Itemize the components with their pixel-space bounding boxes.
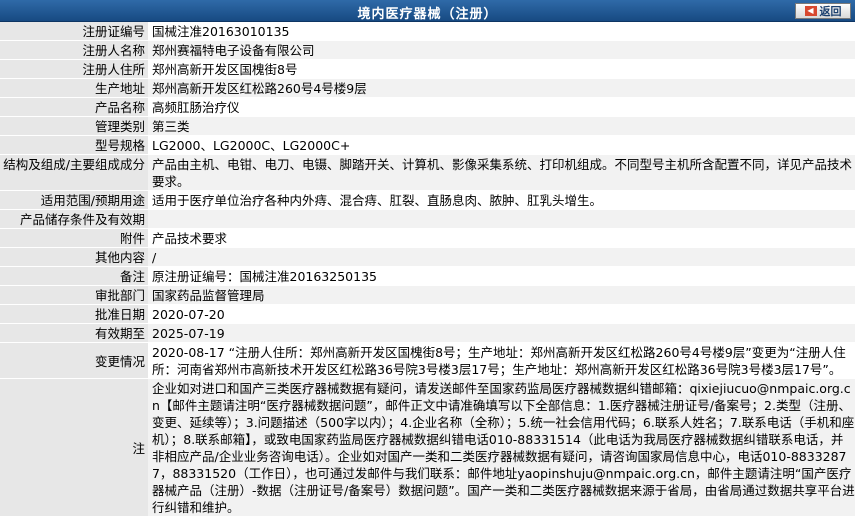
field-value: LG2000、LG2000C、LG2000C+	[148, 135, 855, 155]
table-row: 型号规格 LG2000、LG2000C、LG2000C+	[0, 135, 855, 155]
table-row: 批准日期 2020-07-20	[0, 304, 855, 324]
field-label: 附件	[0, 228, 148, 248]
table-row: 变更情况 2020-08-17 “注册人住所：郑州高新开发区国槐街8号；生产地址…	[0, 342, 855, 379]
back-button[interactable]: ◀ 返回	[795, 3, 851, 19]
table-row: 审批部门 国家药品监督管理局	[0, 285, 855, 305]
field-value: 产品由主机、电钳、电刀、电镊、脚踏开关、计算机、影像采集系统、打印机组成。不同型…	[148, 154, 855, 191]
field-label: 注册人名称	[0, 40, 148, 60]
table-row: 注 企业如对进口和国产三类医疗器械数据有疑问，请发送邮件至国家药监局医疗器械数据…	[0, 378, 855, 517]
field-label: 产品名称	[0, 97, 148, 117]
field-value: 郑州赛福特电子设备有限公司	[148, 40, 855, 60]
table-row: 产品储存条件及有效期	[0, 209, 855, 229]
field-label: 审批部门	[0, 285, 148, 305]
table-row: 产品名称 高频肛肠治疗仪	[0, 97, 855, 117]
field-value: 2020-08-17 “注册人住所：郑州高新开发区国槐街8号；生产地址：郑州高新…	[148, 342, 855, 379]
field-value: 2020-07-20	[148, 304, 855, 324]
field-value: 企业如对进口和国产三类医疗器械数据有疑问，请发送邮件至国家药监局医疗器械数据纠错…	[148, 378, 855, 517]
table-row: 生产地址 郑州高新开发区红松路260号4号楼9层	[0, 78, 855, 98]
detail-table: 注册证编号 国械注准20163010135 注册人名称 郑州赛福特电子设备有限公…	[0, 22, 855, 517]
table-row: 其他内容 /	[0, 247, 855, 267]
table-row: 附件 产品技术要求	[0, 228, 855, 248]
field-label: 备注	[0, 266, 148, 286]
table-row: 结构及组成/主要组成成分 产品由主机、电钳、电刀、电镊、脚踏开关、计算机、影像采…	[0, 154, 855, 191]
field-value: 国械注准20163010135	[148, 22, 855, 41]
table-row: 注册人名称 郑州赛福特电子设备有限公司	[0, 40, 855, 60]
field-value: /	[148, 247, 855, 267]
field-label: 适用范围/预期用途	[0, 190, 148, 210]
field-label: 有效期至	[0, 323, 148, 343]
field-value: 高频肛肠治疗仪	[148, 97, 855, 117]
page-title: 境内医疗器械（注册）	[357, 7, 498, 22]
field-label: 管理类别	[0, 116, 148, 136]
field-value: 国家药品监督管理局	[148, 285, 855, 305]
field-label: 型号规格	[0, 135, 148, 155]
table-row: 备注 原注册证编号：国械注准20163250135	[0, 266, 855, 286]
arrow-left-icon: ◀	[804, 6, 817, 16]
field-label: 变更情况	[0, 342, 148, 379]
field-label: 注册证编号	[0, 22, 148, 41]
page-header: 境内医疗器械（注册） ◀ 返回	[0, 0, 855, 22]
field-value: 产品技术要求	[148, 228, 855, 248]
field-label: 产品储存条件及有效期	[0, 209, 148, 229]
field-label: 其他内容	[0, 247, 148, 267]
table-row: 有效期至 2025-07-19	[0, 323, 855, 343]
table-row: 注册证编号 国械注准20163010135	[0, 22, 855, 41]
field-label: 批准日期	[0, 304, 148, 324]
table-row: 适用范围/预期用途 适用于医疗单位治疗各种内外痔、混合痔、肛裂、直肠息肉、脓肿、…	[0, 190, 855, 210]
table-row: 注册人住所 郑州高新开发区国槐街8号	[0, 59, 855, 79]
field-value: 第三类	[148, 116, 855, 136]
field-value: 适用于医疗单位治疗各种内外痔、混合痔、肛裂、直肠息肉、脓肿、肛乳头增生。	[148, 190, 855, 210]
field-label: 注	[0, 378, 148, 517]
table-row: 管理类别 第三类	[0, 116, 855, 136]
field-label: 生产地址	[0, 78, 148, 98]
field-value: 郑州高新开发区国槐街8号	[148, 59, 855, 79]
field-value	[148, 209, 855, 229]
field-label: 结构及组成/主要组成成分	[0, 154, 148, 191]
back-button-label: 返回	[819, 5, 842, 18]
field-value: 郑州高新开发区红松路260号4号楼9层	[148, 78, 855, 98]
field-value: 原注册证编号：国械注准20163250135	[148, 266, 855, 286]
field-label: 注册人住所	[0, 59, 148, 79]
field-value: 2025-07-19	[148, 323, 855, 343]
